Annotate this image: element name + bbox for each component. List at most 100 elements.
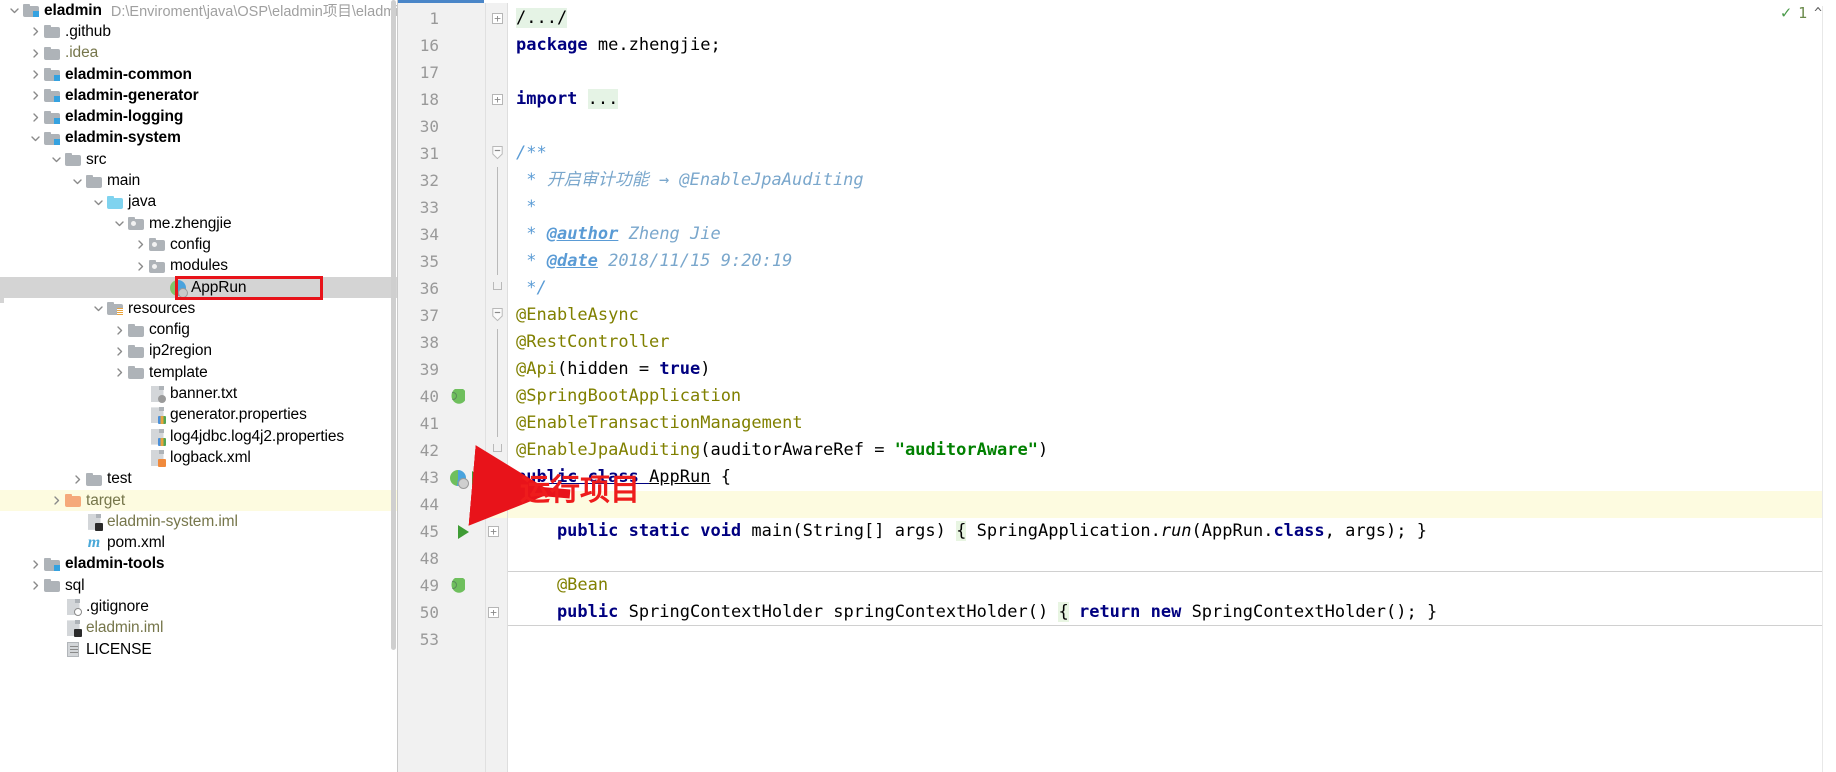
chevron-up-icon[interactable]: ^ — [1814, 7, 1822, 20]
code-line[interactable]: @RestController — [516, 329, 670, 356]
fold-expand-icon[interactable]: + — [492, 13, 503, 24]
code-text-area[interactable]: /.../ package me.zhengjie; import ... /** *… — [508, 3, 1836, 772]
project-tree[interactable]: eladmin D:\Enviroment\java\OSP\eladmin项目\… — [0, 0, 397, 772]
tree-item-eladmin[interactable]: eladmin D:\Enviroment\java\OSP\eladmin项目\… — [0, 0, 397, 21]
tree-item-banner-txt[interactable]: banner.txt — [0, 383, 397, 404]
chevron-right-icon[interactable] — [132, 237, 148, 253]
tree-item-license[interactable]: LICENSE — [0, 639, 397, 660]
tree-item-eladmin-logging[interactable]: eladmin-logging — [0, 107, 397, 128]
tree-item-resources[interactable]: resources — [0, 298, 397, 319]
gitignore-file-icon — [64, 599, 82, 617]
fold-expand-icon[interactable]: + — [488, 526, 499, 537]
chevron-right-icon[interactable] — [27, 556, 43, 572]
code-line[interactable]: /.../ — [516, 5, 568, 32]
chevron-down-icon[interactable] — [48, 152, 64, 168]
chevron-down-icon[interactable] — [111, 216, 127, 232]
tree-item-label: src — [86, 150, 107, 168]
tree-item-logback-xml[interactable]: logback.xml — [0, 447, 397, 468]
code-line[interactable]: * @date 2018/11/15 9:20:19 — [516, 248, 792, 275]
code-line[interactable]: /** — [516, 140, 547, 167]
code-line[interactable]: public class AppRun { — [516, 464, 741, 491]
chevron-down-icon[interactable] — [27, 130, 43, 146]
code-line[interactable]: */ — [516, 275, 546, 302]
tree-item-ip2region[interactable]: ip2region — [0, 341, 397, 362]
spring-bean-gutter-icon[interactable] — [450, 572, 465, 599]
code-line[interactable]: * 开启审计功能 → @EnableJpaAuditing — [516, 167, 863, 194]
chevron-right-icon[interactable] — [48, 493, 64, 509]
chevron-down-icon[interactable] — [69, 173, 85, 189]
tree-item-generator-properties[interactable]: generator.properties — [0, 405, 397, 426]
code-line[interactable]: * @author Zheng Jie — [516, 221, 721, 248]
code-line[interactable]: @EnableTransactionManagement — [516, 410, 803, 437]
tree-item-sql[interactable]: sql — [0, 575, 397, 596]
tree-item-target[interactable]: target — [0, 489, 397, 512]
tree-item-eladmin-tools[interactable]: eladmin-tools — [0, 554, 397, 575]
code-line[interactable]: * — [516, 194, 547, 221]
code-line[interactable]: @SpringBootApplication — [516, 383, 741, 410]
chevron-right-icon[interactable] — [27, 67, 43, 83]
chevron-right-icon[interactable] — [69, 471, 85, 487]
tree-item-log4jdbc-log4j2-properties[interactable]: log4jdbc.log4j2.properties — [0, 426, 397, 447]
chevron-right-icon[interactable] — [27, 109, 43, 125]
chevron-right-icon[interactable] — [111, 343, 127, 359]
chevron-right-icon[interactable] — [27, 45, 43, 61]
fold-collapse-icon[interactable] — [492, 308, 503, 322]
run-play-gutter-icon[interactable] — [458, 518, 469, 545]
code-line[interactable]: @EnableAsync — [516, 302, 639, 329]
chevron-right-icon[interactable] — [27, 88, 43, 104]
chevron-right-icon[interactable] — [132, 258, 148, 274]
code-line[interactable]: @EnableJpaAuditing(auditorAwareRef = "au… — [516, 437, 1048, 464]
tree-item-eladmin-system-iml[interactable]: eladmin-system.iml — [0, 511, 397, 532]
chevron-right-icon[interactable] — [27, 24, 43, 40]
tree-item-src[interactable]: src — [0, 149, 397, 170]
tree-item-eladmin-generator[interactable]: eladmin-generator — [0, 85, 397, 106]
tree-item-eladmin-system[interactable]: eladmin-system — [0, 128, 397, 149]
editor-body[interactable]: 1 16 17 18 30 31 32 33 34 35 36 37 38 39 40 41 42 43 44 45 4… — [398, 3, 1836, 772]
fold-gutter[interactable]: + + + + — [486, 3, 508, 772]
fold-region-end[interactable] — [493, 444, 502, 452]
tree-item-template[interactable]: template — [0, 362, 397, 383]
tree-scrollbar-thumb[interactable] — [391, 0, 396, 650]
fold-collapse-icon[interactable] — [492, 146, 503, 160]
tree-item-apprun[interactable]: AppRun — [0, 276, 397, 299]
run-play-gutter-icon[interactable] — [472, 464, 483, 491]
code-line[interactable]: package me.zhengjie; — [516, 32, 721, 59]
run-class-gutter-icon[interactable] — [450, 464, 469, 491]
chevron-right-icon[interactable] — [111, 322, 127, 338]
code-line[interactable]: public static void main(String[] args) {… — [516, 518, 1427, 545]
tree-item-pom-xml[interactable]: m pom.xml — [0, 533, 397, 554]
tree-item-config[interactable]: config — [0, 234, 397, 255]
code-line[interactable]: @Bean — [516, 572, 608, 599]
chevron-down-icon[interactable] — [90, 301, 106, 317]
editor-pane[interactable]: ✓ 1 ^ 1 16 17 18 30 31 32 33 34 35 36 37 38 39 40 41 42 4… — [398, 0, 1836, 772]
tree-item-eladmin-iml[interactable]: eladmin.iml — [0, 618, 397, 639]
fold-expand-icon[interactable]: + — [492, 94, 503, 105]
inspection-widget[interactable]: ✓ 1 ^ — [1781, 4, 1822, 22]
tree-item-eladmin-common[interactable]: eladmin-common — [0, 64, 397, 85]
tree-item-config[interactable]: config — [0, 320, 397, 341]
tree-scrollbar[interactable] — [390, 0, 397, 655]
fold-expand-icon[interactable]: + — [488, 607, 499, 618]
fold-region-end[interactable] — [493, 282, 502, 290]
tree-item-java[interactable]: java — [0, 192, 397, 213]
chevron-down-icon[interactable] — [6, 3, 22, 19]
spring-bean-gutter-icon[interactable] — [450, 383, 465, 410]
tree-item-test[interactable]: test — [0, 469, 397, 490]
tree-item-modules[interactable]: modules — [0, 256, 397, 277]
tree-item--idea[interactable]: .idea — [0, 43, 397, 64]
tree-item--github[interactable]: .github — [0, 21, 397, 42]
tree-item--gitignore[interactable]: .gitignore — [0, 596, 397, 617]
chevron-down-icon[interactable] — [90, 194, 106, 210]
fold-region-line — [497, 167, 498, 194]
tree-item-main[interactable]: main — [0, 170, 397, 191]
chevron-right-icon[interactable] — [27, 578, 43, 594]
project-tool-window[interactable]: eladmin D:\Enviroment\java\OSP\eladmin项目\… — [0, 0, 398, 772]
code-line[interactable]: @Api(hidden = true) — [516, 356, 711, 383]
error-stripe-marker-bar[interactable] — [1822, 6, 1836, 772]
line-number-gutter[interactable]: 1 16 17 18 30 31 32 33 34 35 36 37 38 39 40 41 42 43 44 45 4… — [398, 3, 486, 772]
code-token: (auditorAwareRef = — [700, 440, 895, 460]
chevron-right-icon[interactable] — [111, 365, 127, 381]
tree-item-me-zhengjie[interactable]: me.zhengjie — [0, 213, 397, 234]
code-line[interactable]: import ... — [516, 86, 619, 113]
code-line[interactable]: public SpringContextHolder springContext… — [516, 599, 1437, 626]
